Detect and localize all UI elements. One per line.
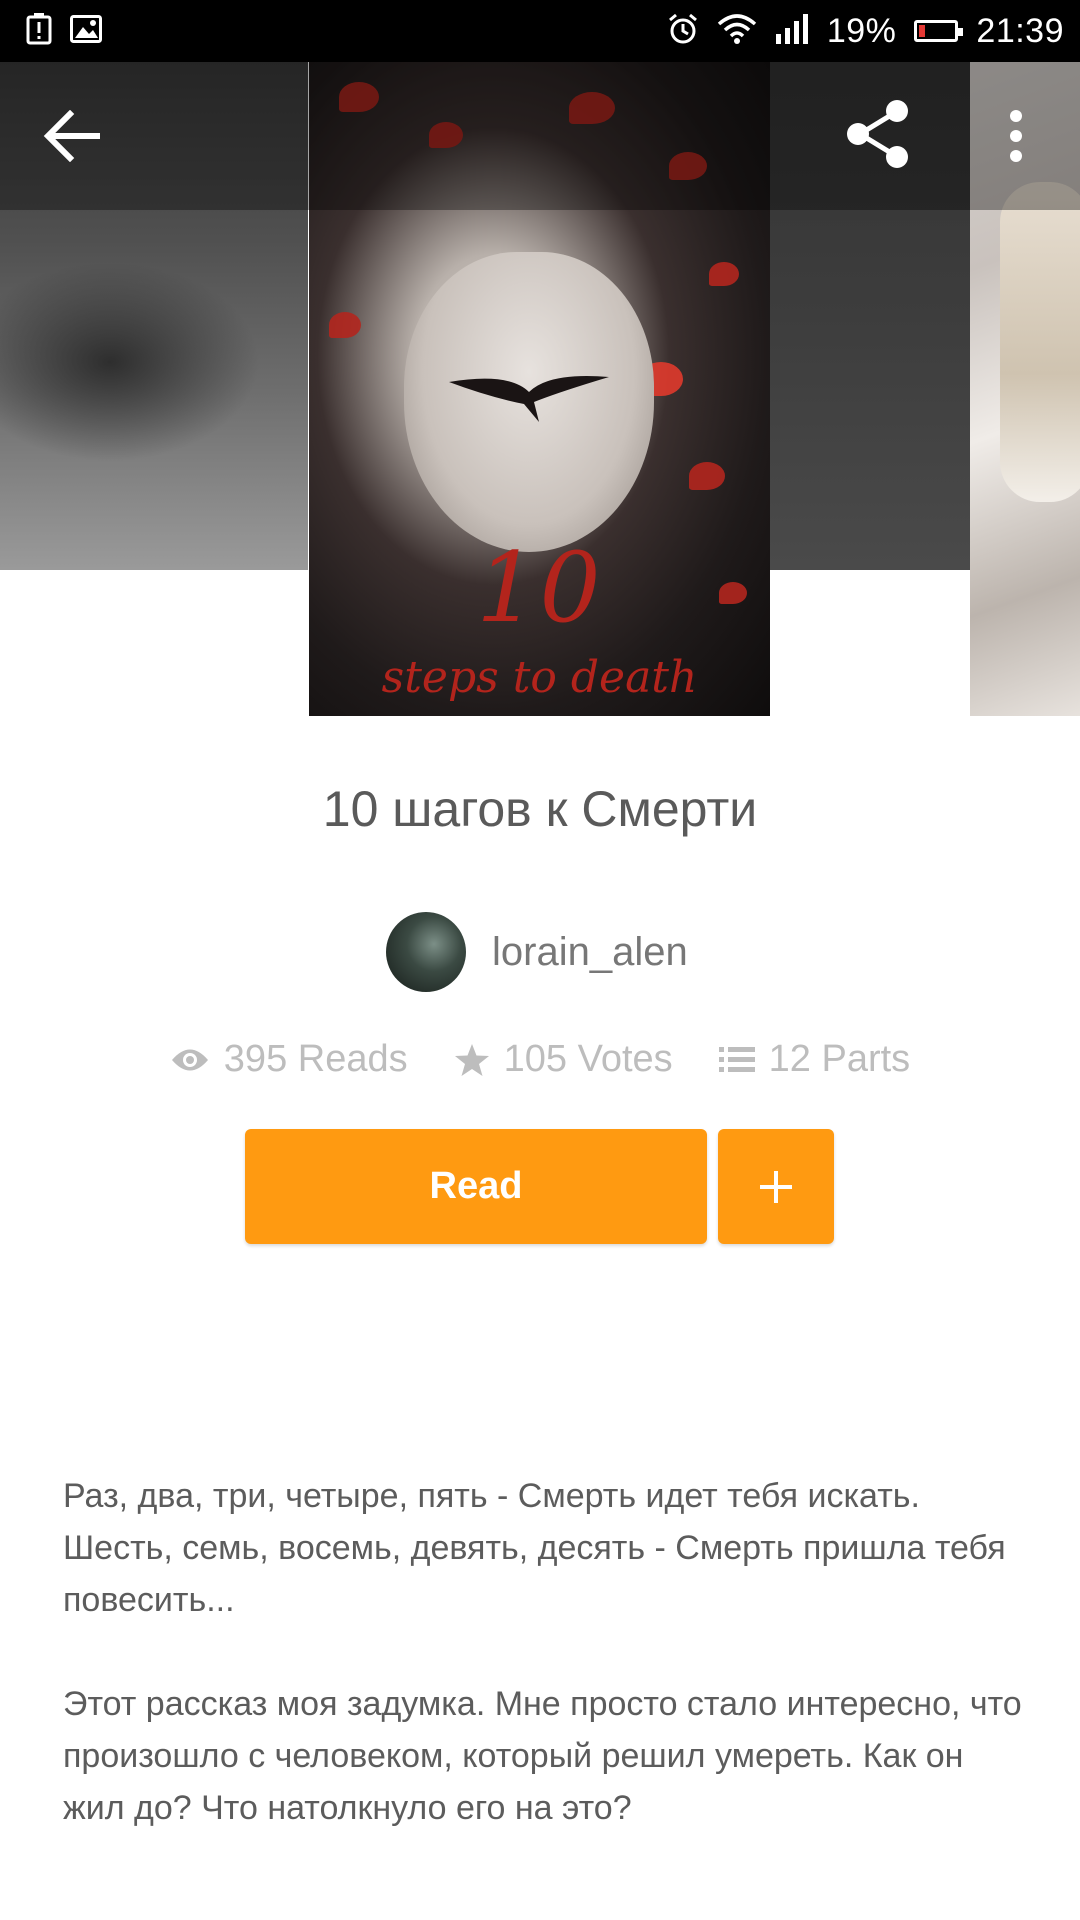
back-arrow-icon (43, 109, 100, 163)
reads-count: 395 Reads (223, 1038, 408, 1080)
alarm-icon (667, 13, 699, 50)
votes-stat: 105 Votes (454, 1038, 673, 1081)
parts-stat: 12 Parts (718, 1038, 911, 1081)
parts-count: 12 Parts (768, 1038, 911, 1080)
battery-fill (919, 25, 926, 37)
share-button[interactable] (846, 100, 910, 168)
story-stats: 395 Reads 105 Votes 12 Parts (0, 1038, 1080, 1081)
battery-icon (914, 20, 964, 42)
back-button[interactable] (42, 109, 108, 163)
star-icon (454, 1043, 489, 1076)
cover-number: 10 (476, 532, 603, 644)
image-icon (70, 14, 102, 48)
avatar[interactable] (386, 912, 466, 992)
toolbar (0, 62, 1080, 210)
bird-illustration (449, 376, 609, 422)
more-vert-icon (1010, 110, 1022, 162)
description-paragraph: Этот рассказ моя задумка. Мне просто ста… (63, 1685, 1022, 1827)
alert-icon (26, 12, 52, 50)
more-options-button[interactable] (996, 108, 1036, 164)
reads-stat: 395 Reads (170, 1038, 408, 1081)
battery-percent: 19% (826, 11, 897, 50)
signal-icon (775, 13, 809, 49)
wifi-icon (717, 13, 757, 49)
votes-count: 105 Votes (503, 1038, 673, 1080)
add-to-library-button[interactable] (718, 1129, 834, 1244)
status-bar: 19% 21:39 (0, 0, 1080, 62)
author-row[interactable]: lorain_alen (386, 912, 688, 992)
read-button[interactable]: Read (245, 1129, 707, 1244)
clock: 21:39 (976, 11, 1064, 50)
read-button-label: Read (429, 1165, 523, 1207)
cover-subtitle: steps to death (381, 652, 698, 703)
story-title: 10 шагов к Смерти (322, 781, 758, 837)
description-paragraph: Раз, два, три, четыре, пять - Смерть иде… (63, 1477, 1006, 1619)
plus-icon (760, 1170, 792, 1203)
share-icon (847, 100, 908, 168)
eye-icon (171, 1049, 208, 1070)
author-name[interactable]: lorain_alen (492, 930, 688, 975)
list-icon (718, 1046, 755, 1072)
story-description: Раз, два, три, четыре, пять - Смерть иде… (63, 1470, 1023, 1886)
